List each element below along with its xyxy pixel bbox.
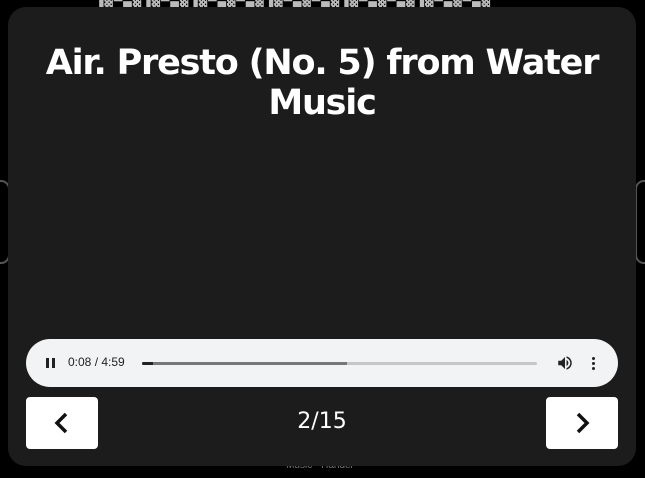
seek-bar[interactable] [142, 362, 537, 365]
track-counter: 2/15 [297, 409, 347, 434]
time-display: 0:08 / 4:59 [68, 355, 125, 369]
more-options-button[interactable] [588, 354, 598, 372]
track-card: Air. Presto (No. 5) from Water Music 0:0… [8, 7, 636, 466]
volume-icon [558, 356, 572, 370]
pause-icon [45, 358, 49, 368]
background-ornament-right [635, 180, 645, 264]
more-vert-icon [591, 356, 595, 360]
pause-button[interactable] [40, 353, 60, 373]
played-range [142, 362, 153, 365]
next-button[interactable] [546, 397, 618, 449]
chevron-right-icon [576, 412, 590, 434]
audio-player[interactable]: 0:08 / 4:59 [26, 339, 618, 387]
track-title: Air. Presto (No. 5) from Water Music [45, 43, 600, 123]
buffered-range [142, 362, 348, 365]
volume-button[interactable] [556, 354, 574, 372]
